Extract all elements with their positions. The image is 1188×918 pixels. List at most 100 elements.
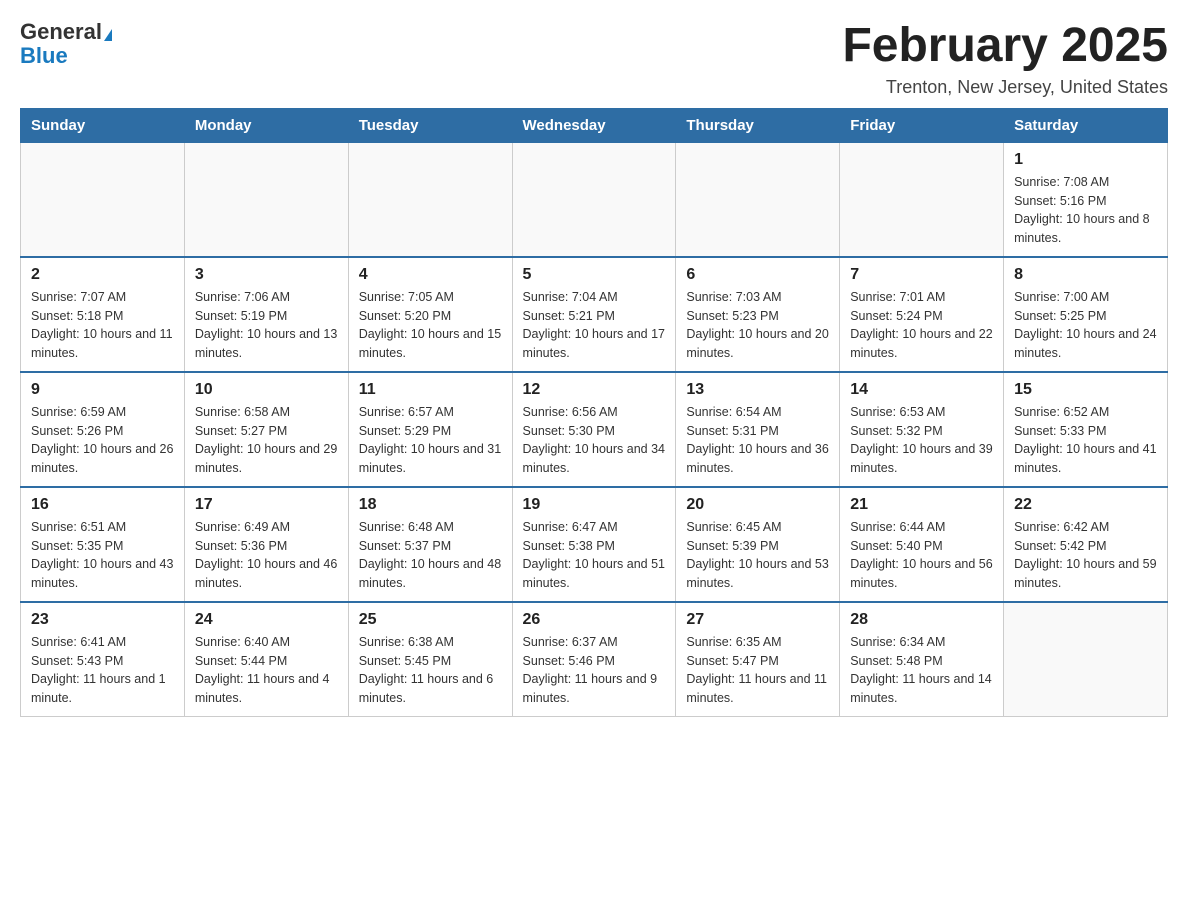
weekday-header-saturday: Saturday <box>1004 108 1168 142</box>
day-number: 19 <box>523 496 666 514</box>
month-year-title: February 2025 <box>842 20 1168 73</box>
calendar-day-cell <box>676 142 840 257</box>
weekday-header-wednesday: Wednesday <box>512 108 676 142</box>
calendar-day-cell: 14 Sunrise: 6:53 AMSunset: 5:32 PMDayligh… <box>840 372 1004 487</box>
day-info: Sunrise: 7:06 AMSunset: 5:19 PMDaylight:… <box>195 288 338 363</box>
logo-triangle-icon <box>104 29 112 41</box>
page-header: General Blue February 2025 Trenton, New … <box>20 20 1168 98</box>
day-number: 7 <box>850 266 993 284</box>
calendar-day-cell: 3 Sunrise: 7:06 AMSunset: 5:19 PMDaylight… <box>184 257 348 372</box>
day-info: Sunrise: 7:01 AMSunset: 5:24 PMDaylight:… <box>850 288 993 363</box>
calendar-day-cell: 11 Sunrise: 6:57 AMSunset: 5:29 PMDayligh… <box>348 372 512 487</box>
day-info: Sunrise: 7:03 AMSunset: 5:23 PMDaylight:… <box>686 288 829 363</box>
day-number: 25 <box>359 611 502 629</box>
location-subtitle: Trenton, New Jersey, United States <box>842 77 1168 98</box>
day-number: 28 <box>850 611 993 629</box>
calendar-day-cell: 15 Sunrise: 6:52 AMSunset: 5:33 PMDayligh… <box>1004 372 1168 487</box>
calendar-day-cell: 19 Sunrise: 6:47 AMSunset: 5:38 PMDayligh… <box>512 487 676 602</box>
day-number: 6 <box>686 266 829 284</box>
day-info: Sunrise: 7:04 AMSunset: 5:21 PMDaylight:… <box>523 288 666 363</box>
day-info: Sunrise: 6:57 AMSunset: 5:29 PMDaylight:… <box>359 403 502 478</box>
day-number: 15 <box>1014 381 1157 399</box>
day-number: 21 <box>850 496 993 514</box>
weekday-header-thursday: Thursday <box>676 108 840 142</box>
calendar-day-cell: 25 Sunrise: 6:38 AMSunset: 5:45 PMDayligh… <box>348 602 512 717</box>
day-number: 14 <box>850 381 993 399</box>
day-info: Sunrise: 6:40 AMSunset: 5:44 PMDaylight:… <box>195 633 338 708</box>
calendar-day-cell: 17Sunrise: 6:49 AMSunset: 5:36 PMDayligh… <box>184 487 348 602</box>
calendar-week-row: 1 Sunrise: 7:08 AMSunset: 5:16 PMDaylight… <box>21 142 1168 257</box>
calendar-day-cell: 6 Sunrise: 7:03 AMSunset: 5:23 PMDaylight… <box>676 257 840 372</box>
day-info: Sunrise: 6:51 AMSunset: 5:35 PMDaylight:… <box>31 518 174 593</box>
calendar-day-cell: 28 Sunrise: 6:34 AMSunset: 5:48 PMDayligh… <box>840 602 1004 717</box>
day-number: 24 <box>195 611 338 629</box>
calendar-week-row: 16Sunrise: 6:51 AMSunset: 5:35 PMDayligh… <box>21 487 1168 602</box>
day-number: 13 <box>686 381 829 399</box>
day-info: Sunrise: 6:45 AMSunset: 5:39 PMDaylight:… <box>686 518 829 593</box>
calendar-day-cell: 7 Sunrise: 7:01 AMSunset: 5:24 PMDaylight… <box>840 257 1004 372</box>
day-number: 3 <box>195 266 338 284</box>
day-info: Sunrise: 6:37 AMSunset: 5:46 PMDaylight:… <box>523 633 666 708</box>
day-number: 2 <box>31 266 174 284</box>
day-number: 12 <box>523 381 666 399</box>
day-info: Sunrise: 7:07 AMSunset: 5:18 PMDaylight:… <box>31 288 174 363</box>
calendar-day-cell: 18 Sunrise: 6:48 AMSunset: 5:37 PMDayligh… <box>348 487 512 602</box>
calendar-day-cell: 21 Sunrise: 6:44 AMSunset: 5:40 PMDayligh… <box>840 487 1004 602</box>
day-number: 27 <box>686 611 829 629</box>
day-info: Sunrise: 6:38 AMSunset: 5:45 PMDaylight:… <box>359 633 502 708</box>
weekday-header-row: SundayMondayTuesdayWednesdayThursdayFrid… <box>21 108 1168 142</box>
day-info: Sunrise: 6:54 AMSunset: 5:31 PMDaylight:… <box>686 403 829 478</box>
calendar-day-cell: 9Sunrise: 6:59 AMSunset: 5:26 PMDaylight… <box>21 372 185 487</box>
calendar-day-cell: 16Sunrise: 6:51 AMSunset: 5:35 PMDayligh… <box>21 487 185 602</box>
day-info: Sunrise: 6:44 AMSunset: 5:40 PMDaylight:… <box>850 518 993 593</box>
logo-blue-text: Blue <box>20 43 68 68</box>
day-number: 26 <box>523 611 666 629</box>
calendar-day-cell <box>512 142 676 257</box>
day-info: Sunrise: 7:05 AMSunset: 5:20 PMDaylight:… <box>359 288 502 363</box>
day-info: Sunrise: 7:08 AMSunset: 5:16 PMDaylight:… <box>1014 173 1157 248</box>
weekday-header-sunday: Sunday <box>21 108 185 142</box>
day-info: Sunrise: 6:48 AMSunset: 5:37 PMDaylight:… <box>359 518 502 593</box>
calendar-day-cell: 27 Sunrise: 6:35 AMSunset: 5:47 PMDayligh… <box>676 602 840 717</box>
calendar-day-cell <box>348 142 512 257</box>
calendar-day-cell <box>840 142 1004 257</box>
day-info: Sunrise: 6:41 AMSunset: 5:43 PMDaylight:… <box>31 633 174 708</box>
calendar-day-cell <box>21 142 185 257</box>
day-number: 4 <box>359 266 502 284</box>
day-info: Sunrise: 6:49 AMSunset: 5:36 PMDaylight:… <box>195 518 338 593</box>
calendar-day-cell: 5 Sunrise: 7:04 AMSunset: 5:21 PMDaylight… <box>512 257 676 372</box>
day-number: 18 <box>359 496 502 514</box>
calendar-day-cell: 8Sunrise: 7:00 AMSunset: 5:25 PMDaylight… <box>1004 257 1168 372</box>
day-number: 5 <box>523 266 666 284</box>
calendar-day-cell: 2 Sunrise: 7:07 AMSunset: 5:18 PMDaylight… <box>21 257 185 372</box>
calendar-week-row: 2 Sunrise: 7:07 AMSunset: 5:18 PMDaylight… <box>21 257 1168 372</box>
calendar-day-cell: 22Sunrise: 6:42 AMSunset: 5:42 PMDayligh… <box>1004 487 1168 602</box>
day-info: Sunrise: 6:42 AMSunset: 5:42 PMDaylight:… <box>1014 518 1157 593</box>
calendar-day-cell <box>184 142 348 257</box>
calendar-day-cell: 10 Sunrise: 6:58 AMSunset: 5:27 PMDayligh… <box>184 372 348 487</box>
calendar-day-cell <box>1004 602 1168 717</box>
weekday-header-monday: Monday <box>184 108 348 142</box>
calendar-day-cell: 13 Sunrise: 6:54 AMSunset: 5:31 PMDayligh… <box>676 372 840 487</box>
day-number: 9 <box>31 381 174 399</box>
day-info: Sunrise: 6:58 AMSunset: 5:27 PMDaylight:… <box>195 403 338 478</box>
weekday-header-friday: Friday <box>840 108 1004 142</box>
day-info: Sunrise: 6:47 AMSunset: 5:38 PMDaylight:… <box>523 518 666 593</box>
day-number: 1 <box>1014 151 1157 169</box>
day-number: 10 <box>195 381 338 399</box>
day-info: Sunrise: 6:53 AMSunset: 5:32 PMDaylight:… <box>850 403 993 478</box>
calendar-week-row: 23 Sunrise: 6:41 AMSunset: 5:43 PMDayligh… <box>21 602 1168 717</box>
day-number: 23 <box>31 611 174 629</box>
day-number: 11 <box>359 381 502 399</box>
title-section: February 2025 Trenton, New Jersey, Unite… <box>842 20 1168 98</box>
day-number: 8 <box>1014 266 1157 284</box>
calendar-day-cell: 20Sunrise: 6:45 AMSunset: 5:39 PMDayligh… <box>676 487 840 602</box>
day-info: Sunrise: 6:52 AMSunset: 5:33 PMDaylight:… <box>1014 403 1157 478</box>
calendar-week-row: 9Sunrise: 6:59 AMSunset: 5:26 PMDaylight… <box>21 372 1168 487</box>
logo-general-text: General <box>20 19 102 44</box>
weekday-header-tuesday: Tuesday <box>348 108 512 142</box>
day-info: Sunrise: 6:34 AMSunset: 5:48 PMDaylight:… <box>850 633 993 708</box>
day-info: Sunrise: 6:35 AMSunset: 5:47 PMDaylight:… <box>686 633 829 708</box>
calendar-day-cell: 26 Sunrise: 6:37 AMSunset: 5:46 PMDayligh… <box>512 602 676 717</box>
calendar-day-cell: 23 Sunrise: 6:41 AMSunset: 5:43 PMDayligh… <box>21 602 185 717</box>
